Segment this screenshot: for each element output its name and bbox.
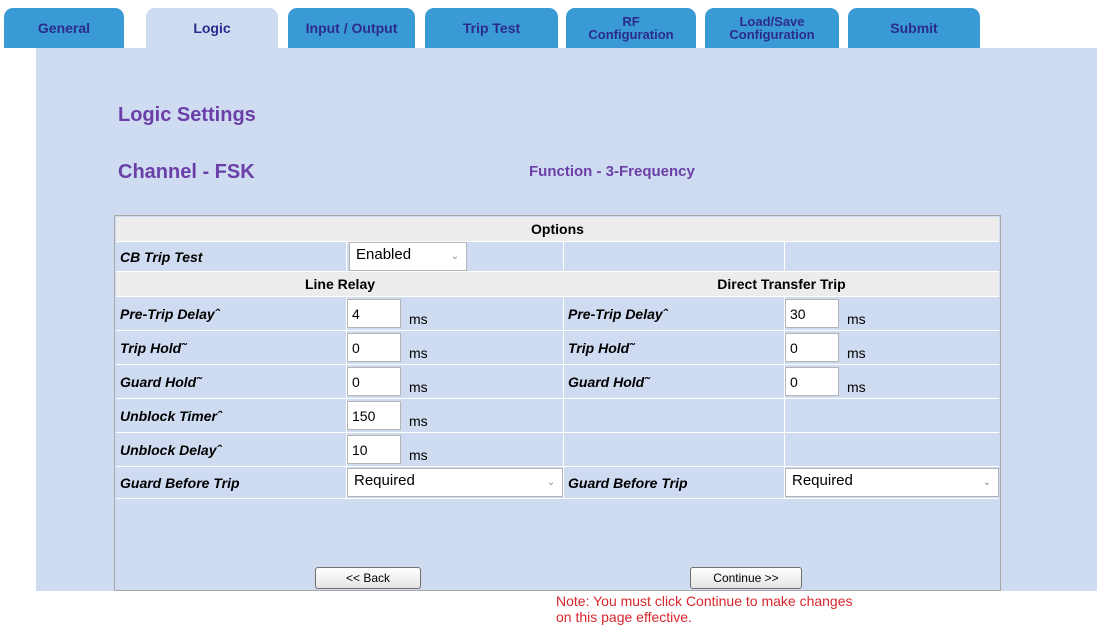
unblock-delay-row: Unblock Delayˆ ms	[116, 433, 999, 467]
cb-trip-test-row: CB Trip Test Enabled ⌄	[116, 242, 999, 272]
dtt-guard-hold-input[interactable]	[785, 367, 839, 396]
pre-trip-delay-row: Pre-Trip Delayˆ ms Pre-Trip Delayˆ ms	[116, 297, 999, 331]
empty-cell	[564, 242, 785, 271]
dtt-trip-hold-label: Trip Hold˜	[564, 331, 785, 364]
lr-guard-hold-unit: ms	[409, 378, 428, 395]
content-panel: Logic Settings Channel - FSK Function - …	[36, 48, 1097, 625]
direct-transfer-trip-header: Direct Transfer Trip	[717, 276, 846, 292]
back-button[interactable]: << Back	[315, 567, 421, 589]
note-line-2: on this page effective.	[556, 609, 692, 625]
lr-unblock-delay-input[interactable]	[347, 435, 401, 464]
empty-cell	[564, 433, 785, 466]
lr-pre-trip-delay-cell: ms	[347, 297, 564, 330]
dtt-guard-hold-cell: ms	[785, 365, 999, 398]
empty-cell	[785, 433, 999, 466]
dtt-pre-trip-delay-label: Pre-Trip Delayˆ	[564, 297, 785, 330]
lr-trip-hold-label: Trip Hold˜	[116, 331, 347, 364]
dtt-guard-before-trip-label: Guard Before Trip	[564, 467, 785, 498]
dtt-guard-before-trip-value: Required	[792, 472, 853, 489]
continue-button[interactable]: Continue >>	[690, 567, 802, 589]
guard-before-trip-row: Guard Before Trip Required ⌄ Guard Befor…	[116, 467, 999, 499]
lr-unblock-delay-unit: ms	[409, 446, 428, 463]
tab-logic[interactable]: Logic	[146, 8, 278, 48]
lr-guard-before-trip-label: Guard Before Trip	[116, 467, 347, 498]
lr-unblock-timer-unit: ms	[409, 412, 428, 429]
dtt-guard-before-trip-cell: Required ⌄	[785, 467, 999, 498]
page-title: Logic Settings	[118, 104, 256, 126]
chevron-down-icon: ⌄	[450, 251, 460, 262]
options-header: Options	[531, 221, 584, 237]
lr-trip-hold-input[interactable]	[347, 333, 401, 362]
trip-hold-row: Trip Hold˜ ms Trip Hold˜ ms	[116, 331, 999, 365]
empty-cell	[564, 399, 785, 432]
tab-input-output[interactable]: Input / Output	[288, 8, 415, 48]
empty-cell	[785, 242, 999, 271]
dtt-pre-trip-delay-unit: ms	[847, 310, 866, 327]
cb-trip-test-value: Enabled	[356, 246, 412, 263]
lr-guard-before-trip-value: Required	[354, 472, 415, 489]
tab-general[interactable]: General	[4, 8, 124, 48]
tab-load-save-configuration[interactable]: Load/Save Configuration	[705, 8, 839, 48]
dtt-guard-hold-label: Guard Hold˜	[564, 365, 785, 398]
lr-unblock-timer-input[interactable]	[347, 401, 401, 430]
lr-unblock-delay-cell: ms	[347, 433, 564, 466]
lr-unblock-timer-label: Unblock Timerˆ	[116, 399, 347, 432]
note-line-1: Note: You must click Continue to make ch…	[556, 593, 853, 609]
lr-guard-before-trip-cell: Required ⌄	[347, 467, 564, 498]
chevron-down-icon: ⌄	[982, 477, 992, 488]
lr-guard-before-trip-select[interactable]: Required ⌄	[347, 468, 563, 497]
chevron-down-icon: ⌄	[546, 477, 556, 488]
function-heading: Function - 3-Frequency	[529, 163, 695, 180]
tab-submit[interactable]: Submit	[848, 8, 980, 48]
lr-guard-hold-cell: ms	[347, 365, 564, 398]
cb-trip-test-select[interactable]: Enabled ⌄	[349, 242, 467, 271]
lr-pre-trip-delay-input[interactable]	[347, 299, 401, 328]
dtt-guard-before-trip-select[interactable]: Required ⌄	[785, 468, 999, 497]
dtt-pre-trip-delay-input[interactable]	[785, 299, 839, 328]
tab-trip-test[interactable]: Trip Test	[425, 8, 558, 48]
lr-trip-hold-unit: ms	[409, 344, 428, 361]
dtt-trip-hold-unit: ms	[847, 344, 866, 361]
tab-loadsave-line2: Configuration	[729, 27, 815, 42]
lr-trip-hold-cell: ms	[347, 331, 564, 364]
cb-trip-test-label: CB Trip Test	[116, 242, 347, 271]
cb-trip-test-cell: Enabled ⌄	[347, 242, 564, 271]
options-table: Options CB Trip Test Enabled ⌄ Line Rela…	[114, 215, 1001, 625]
lr-pre-trip-delay-label: Pre-Trip Delayˆ	[116, 297, 347, 330]
guard-hold-row: Guard Hold˜ ms Guard Hold˜ ms	[116, 365, 999, 399]
lr-guard-hold-label: Guard Hold˜	[116, 365, 347, 398]
dtt-trip-hold-input[interactable]	[785, 333, 839, 362]
dtt-trip-hold-cell: ms	[785, 331, 999, 364]
channel-heading: Channel - FSK	[118, 161, 255, 183]
tab-bar: General Logic Input / Output Trip Test R…	[0, 0, 1097, 48]
lr-unblock-delay-label: Unblock Delayˆ	[116, 433, 347, 466]
unblock-timer-row: Unblock Timerˆ ms	[116, 399, 999, 433]
tab-rf-configuration[interactable]: RF Configuration	[566, 8, 696, 48]
lr-pre-trip-delay-unit: ms	[409, 310, 428, 327]
continue-note: Note: You must click Continue to make ch…	[556, 593, 853, 625]
dtt-guard-hold-unit: ms	[847, 378, 866, 395]
empty-cell	[785, 399, 999, 432]
lr-unblock-timer-cell: ms	[347, 399, 564, 432]
options-header-row: Options	[116, 217, 999, 242]
tab-rf-line2: Configuration	[588, 27, 674, 42]
lr-guard-hold-input[interactable]	[347, 367, 401, 396]
line-relay-header: Line Relay	[304, 276, 376, 292]
dtt-pre-trip-delay-cell: ms	[785, 297, 999, 330]
section-header-row: Line Relay Direct Transfer Trip	[116, 272, 999, 297]
